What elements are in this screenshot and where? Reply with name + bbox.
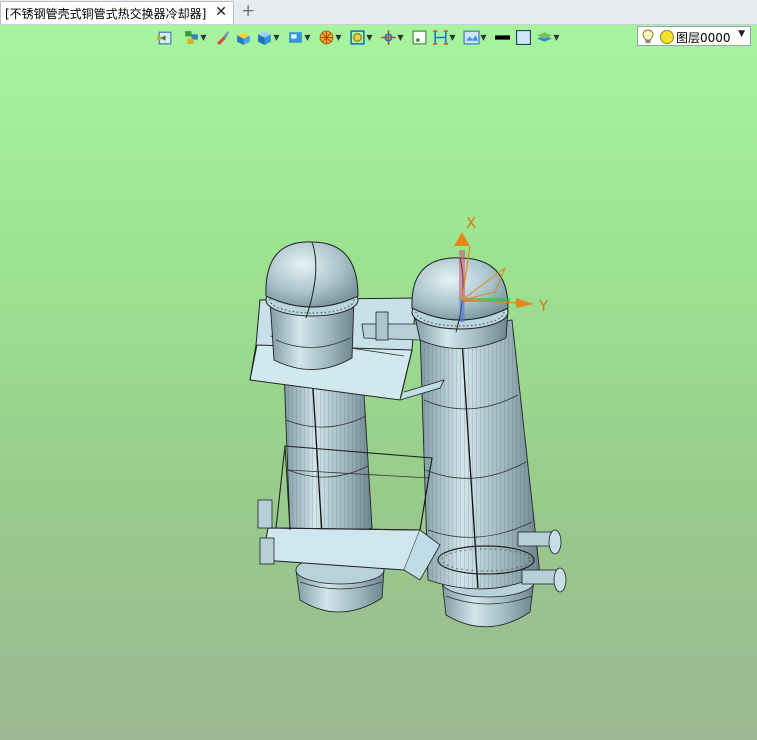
left-top-head xyxy=(265,241,359,370)
y-axis-label: Y xyxy=(539,297,549,315)
cad-application: [不锈钢管壳式铜管式热交换器冷却器] ✕ + ▼ ▼ ▼ ▼ ▼ ▼ ▼ ▼ ▼… xyxy=(0,0,757,740)
x-axis-label: X xyxy=(466,214,477,232)
heat-exchanger-model[interactable] xyxy=(0,0,757,740)
